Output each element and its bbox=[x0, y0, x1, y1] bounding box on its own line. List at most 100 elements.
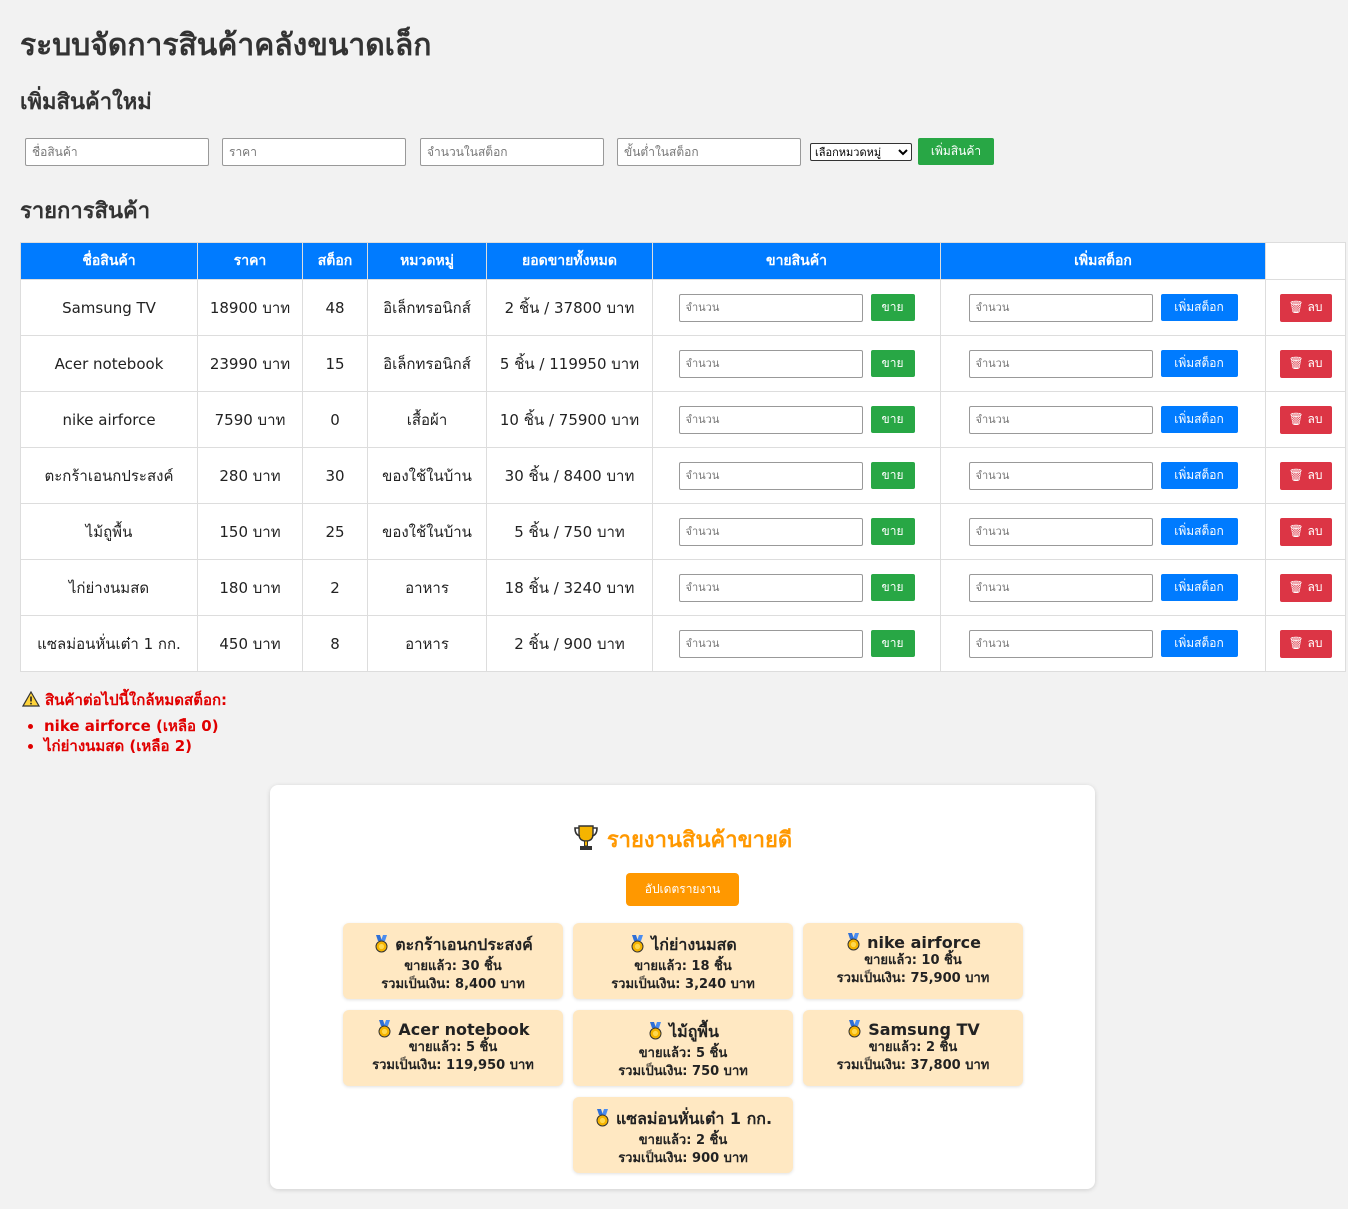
table-row: แซลม่อนหั่นเต๋า 1 กก. 450 บาท 8 อาหาร 2 ชิ้น… bbox=[20, 615, 1346, 672]
sell-button[interactable]: ขาย bbox=[870, 630, 915, 657]
product-category: เสื้อผ้า bbox=[367, 391, 487, 448]
report-item-name-line: ไม้ถูพื้น bbox=[573, 1020, 793, 1045]
delete-button[interactable]: 🗑 ลบ bbox=[1279, 405, 1332, 434]
delete-button[interactable]: 🗑 ลบ bbox=[1279, 573, 1332, 602]
restock-button[interactable]: เพิ่มสต็อก bbox=[1160, 518, 1238, 545]
add-product-button[interactable]: เพิ่มสินค้า bbox=[918, 138, 994, 165]
product-stock: 0 bbox=[302, 391, 368, 448]
product-total-sales: 5 ชิ้น / 119950 บาท bbox=[486, 335, 653, 392]
add-product-heading: เพิ่มสินค้าใหม่ bbox=[20, 90, 152, 115]
sell-cell: ขาย bbox=[652, 447, 941, 504]
delete-cell: 🗑 ลบ bbox=[1265, 279, 1346, 336]
restock-cell: เพิ่มสต็อก bbox=[940, 559, 1266, 616]
delete-cell: 🗑 ลบ bbox=[1265, 391, 1346, 448]
restock-button[interactable]: เพิ่มสต็อก bbox=[1160, 294, 1238, 321]
restock-quantity-input[interactable] bbox=[968, 293, 1153, 322]
product-stock: 8 bbox=[302, 615, 368, 672]
delete-cell: 🗑 ลบ bbox=[1265, 503, 1346, 560]
delete-button[interactable]: 🗑 ลบ bbox=[1279, 461, 1332, 490]
stock-quantity-input[interactable] bbox=[420, 138, 604, 166]
report-card: ไม้ถูพื้น ขายแล้ว: 5 ชิ้น รวมเป็นเงิน: 750… bbox=[573, 1010, 793, 1086]
product-category: อาหาร bbox=[367, 559, 487, 616]
medal-icon bbox=[378, 1020, 391, 1038]
report-item-sold: ขายแล้ว: 30 ชิ้น bbox=[404, 959, 502, 974]
product-stock: 2 bbox=[302, 559, 368, 616]
sell-quantity-input[interactable] bbox=[678, 573, 863, 602]
report-item-total: รวมเป็นเงิน: 75,900 บาท bbox=[836, 971, 990, 986]
restock-button[interactable]: เพิ่มสต็อก bbox=[1160, 462, 1238, 489]
sell-button[interactable]: ขาย bbox=[870, 574, 915, 601]
restock-quantity-input[interactable] bbox=[968, 517, 1153, 546]
sell-quantity-input[interactable] bbox=[678, 405, 863, 434]
sell-quantity-input[interactable] bbox=[678, 349, 863, 378]
restock-button[interactable]: เพิ่มสต็อก bbox=[1160, 630, 1238, 657]
table-row: nike airforce 7590 บาท 0 เสื้อผ้า 10 ชิ้น / … bbox=[20, 391, 1346, 448]
sell-cell: ขาย bbox=[652, 615, 941, 672]
report-item-total: รวมเป็นเงิน: 750 บาท bbox=[618, 1064, 748, 1079]
product-price: 23990 บาท bbox=[197, 335, 303, 392]
delete-button[interactable]: 🗑 ลบ bbox=[1279, 293, 1332, 322]
restock-button[interactable]: เพิ่มสต็อก bbox=[1160, 406, 1238, 433]
report-card: ตะกร้าเอนกประสงค์ ขายแล้ว: 30 ชิ้น รวมเป็น… bbox=[343, 923, 563, 999]
column-header-stock: สต็อก bbox=[302, 242, 368, 280]
sell-button[interactable]: ขาย bbox=[870, 518, 915, 545]
restock-cell: เพิ่มสต็อก bbox=[940, 503, 1266, 560]
delete-button[interactable]: 🗑 ลบ bbox=[1279, 349, 1332, 378]
report-item-name: Acer notebook bbox=[398, 1020, 530, 1039]
column-header-total-sales: ยอดขายทั้งหมด bbox=[486, 242, 653, 280]
product-price: 280 บาท bbox=[197, 447, 303, 504]
restock-cell: เพิ่มสต็อก bbox=[940, 279, 1266, 336]
min-stock-input[interactable] bbox=[617, 138, 801, 166]
medal-icon bbox=[375, 935, 388, 953]
medal-icon bbox=[848, 1020, 861, 1038]
delete-button[interactable]: 🗑 ลบ bbox=[1279, 517, 1332, 546]
product-total-sales: 2 ชิ้น / 900 บาท bbox=[486, 615, 653, 672]
best-seller-report: รายงานสินค้าขายดี อัปเดตรายงาน ตะกร้าเอน… bbox=[270, 785, 1095, 1189]
update-report-button[interactable]: อัปเดตรายงาน bbox=[626, 873, 739, 906]
sell-cell: ขาย bbox=[652, 335, 941, 392]
product-category: อาหาร bbox=[367, 615, 487, 672]
sell-cell: ขาย bbox=[652, 391, 941, 448]
restock-cell: เพิ่มสต็อก bbox=[940, 447, 1266, 504]
sell-button[interactable]: ขาย bbox=[870, 294, 915, 321]
restock-button[interactable]: เพิ่มสต็อก bbox=[1160, 350, 1238, 377]
sell-quantity-input[interactable] bbox=[678, 461, 863, 490]
report-item-name-line: Samsung TV bbox=[803, 1020, 1023, 1039]
page-title: ระบบจัดการสินค้าคลังขนาดเล็ก bbox=[20, 28, 432, 63]
restock-button[interactable]: เพิ่มสต็อก bbox=[1160, 574, 1238, 601]
product-total-sales: 30 ชิ้น / 8400 บาท bbox=[486, 447, 653, 504]
report-title: รายงานสินค้าขายดี bbox=[270, 822, 1095, 857]
price-input[interactable] bbox=[222, 138, 406, 166]
report-item-sold: ขายแล้ว: 5 ชิ้น bbox=[408, 1040, 498, 1055]
product-name: ไก่ย่างนมสด bbox=[20, 559, 198, 616]
low-stock-title: สินค้าต่อไปนี้ใกล้หมดสต็อก: bbox=[45, 691, 228, 709]
sell-button[interactable]: ขาย bbox=[870, 350, 915, 377]
report-item-name: Samsung TV bbox=[868, 1020, 980, 1039]
delete-button[interactable]: 🗑 ลบ bbox=[1279, 629, 1332, 658]
restock-quantity-input[interactable] bbox=[968, 461, 1153, 490]
column-header-actions bbox=[1265, 242, 1346, 280]
product-price: 18900 บาท bbox=[197, 279, 303, 336]
report-item-name: ไม้ถูพื้น bbox=[669, 1022, 719, 1041]
sell-button[interactable]: ขาย bbox=[870, 406, 915, 433]
category-select[interactable]: เลือกหมวดหมู่ bbox=[810, 143, 912, 161]
column-header-category: หมวดหมู่ bbox=[367, 242, 487, 280]
report-item-name-line: Acer notebook bbox=[343, 1020, 563, 1039]
restock-quantity-input[interactable] bbox=[968, 349, 1153, 378]
restock-quantity-input[interactable] bbox=[968, 629, 1153, 658]
sell-button[interactable]: ขาย bbox=[870, 462, 915, 489]
column-header-price: ราคา bbox=[197, 242, 303, 280]
product-price: 450 บาท bbox=[197, 615, 303, 672]
sell-quantity-input[interactable] bbox=[678, 517, 863, 546]
restock-cell: เพิ่มสต็อก bbox=[940, 335, 1266, 392]
product-name-input[interactable] bbox=[25, 138, 209, 166]
product-name: ตะกร้าเอนกประสงค์ bbox=[20, 447, 198, 504]
product-category: อิเล็กทรอนิกส์ bbox=[367, 335, 487, 392]
restock-quantity-input[interactable] bbox=[968, 573, 1153, 602]
restock-quantity-input[interactable] bbox=[968, 405, 1153, 434]
sell-quantity-input[interactable] bbox=[678, 629, 863, 658]
sell-quantity-input[interactable] bbox=[678, 293, 863, 322]
report-card: Samsung TV ขายแล้ว: 2 ชิ้น รวมเป็นเงิน: 37… bbox=[803, 1010, 1023, 1086]
table-row: ไม้ถูพื้น 150 บาท 25 ของใช้ในบ้าน 5 ชิ้น / 7… bbox=[20, 503, 1346, 560]
report-item-sold: ขายแล้ว: 18 ชิ้น bbox=[634, 959, 732, 974]
